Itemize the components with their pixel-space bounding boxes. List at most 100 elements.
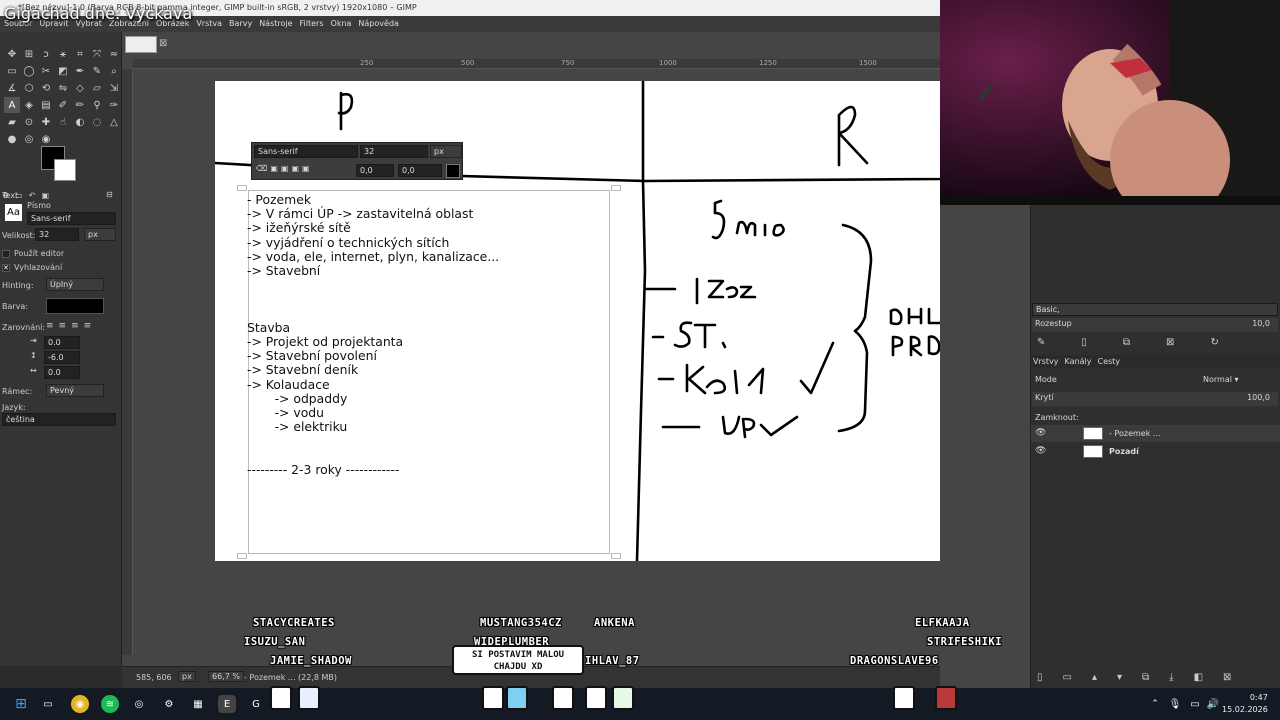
font-field[interactable]: Sans-serif	[27, 212, 116, 225]
measure-tool-icon[interactable]: ∡	[4, 80, 20, 96]
kerning-field[interactable]: 0,0	[398, 164, 442, 177]
use-editor-checkbox[interactable]	[2, 249, 10, 258]
handle-transform-icon[interactable]: ◉	[38, 131, 54, 147]
free-select-icon[interactable]: ↄ	[38, 46, 54, 62]
fuzzy-select-icon[interactable]: ⚹	[55, 46, 71, 62]
sharpen-icon[interactable]: △	[106, 114, 122, 130]
menu-help[interactable]: Nápověda	[358, 19, 399, 32]
edit-brush-icon[interactable]: ✎	[1037, 337, 1045, 348]
network-icon[interactable]: ▭	[1186, 695, 1204, 713]
text-box-handle-tl[interactable]	[237, 185, 247, 191]
delete-brush-icon[interactable]: ⊠	[1166, 337, 1174, 348]
bucket-fill-icon[interactable]: ◈	[21, 97, 37, 113]
heal-icon[interactable]: ✚	[38, 114, 54, 130]
raise-layer-icon[interactable]: ▴	[1092, 672, 1097, 683]
tab-paths[interactable]: Cesty	[1097, 357, 1120, 366]
airbrush-icon[interactable]: ⚲	[89, 97, 105, 113]
system-clock[interactable]: 0:47 15.02.2026	[1222, 692, 1268, 716]
cage-tool-icon[interactable]: ⬡	[21, 80, 37, 96]
duplicate-layer-icon[interactable]: ⧉	[1142, 672, 1149, 683]
justify-fill-icon[interactable]: ≡	[84, 321, 92, 331]
strikethrough-icon[interactable]: ▣	[302, 164, 310, 173]
mask-layer-icon[interactable]: ◧	[1194, 672, 1203, 683]
text-color-swatch[interactable]	[446, 164, 460, 178]
menu-tools[interactable]: Nástroje	[259, 19, 292, 32]
perspective-clone-icon[interactable]: ◎	[21, 131, 37, 147]
align-tool-icon[interactable]: ⊞	[21, 46, 37, 62]
delete-layer-icon[interactable]: ⊠	[1223, 672, 1231, 683]
horizontal-ruler[interactable]: 250 500 750 1000 1250 1500 1750	[133, 59, 977, 69]
zoom-tool-icon[interactable]: ⌕	[106, 63, 122, 79]
size-unit-select[interactable]: px	[84, 228, 116, 241]
duplicate-brush-icon[interactable]: ⧉	[1123, 337, 1130, 348]
spacing-row[interactable]: Rozestup 10,0	[1032, 318, 1278, 332]
justify-right-icon[interactable]: ≡	[59, 321, 67, 331]
text-layer-content[interactable]: - Pozemek -> V rámci ÚP -> zastavitelná …	[247, 192, 499, 477]
indent-field[interactable]: 0.0	[44, 336, 80, 349]
opacity-slider[interactable]: Krytí 100,0	[1032, 392, 1278, 406]
hinting-select[interactable]: Úplný	[46, 278, 104, 291]
epic-games-icon[interactable]: E	[218, 695, 236, 713]
line-spacing-field[interactable]: -6.0	[44, 351, 80, 364]
warp-tool-icon[interactable]: ≈	[106, 46, 122, 62]
steam-icon[interactable]: ⚙	[160, 695, 178, 713]
dodge-icon[interactable]: ◐	[72, 114, 88, 130]
mode-select[interactable]: Normal ▾	[1203, 375, 1239, 384]
move-tool-icon[interactable]: ✥	[4, 46, 20, 62]
obs-icon[interactable]: ◎	[130, 695, 148, 713]
paintbrush-icon[interactable]: ✐	[55, 97, 71, 113]
paths-tool-icon[interactable]: ✒	[72, 63, 88, 79]
visibility-eye-icon[interactable]: 👁	[1035, 428, 1046, 438]
background-color-swatch[interactable]	[54, 159, 76, 181]
scale-icon[interactable]: ⇲	[106, 80, 122, 96]
spotify-icon[interactable]: ≋	[101, 695, 119, 713]
box-select[interactable]: Pevný	[46, 384, 104, 397]
gradient-icon[interactable]: ▤	[38, 97, 54, 113]
rect-select-icon[interactable]: ▭	[4, 63, 20, 79]
new-group-icon[interactable]: ▭	[1063, 672, 1072, 683]
text-color-button[interactable]	[46, 298, 104, 314]
layer-row[interactable]: 👁 Pozadí	[1031, 443, 1280, 460]
app-icon[interactable]: ▦	[189, 695, 207, 713]
new-brush-icon[interactable]: ▯	[1081, 337, 1087, 348]
tray-chevron-icon[interactable]: ⌃	[1146, 695, 1164, 713]
unified-transform-icon[interactable]: ⤧	[89, 46, 105, 62]
font-size-entry[interactable]: 32	[360, 145, 428, 158]
menu-layer[interactable]: Vrstva	[196, 19, 222, 32]
flip-tool-icon[interactable]: ⇋	[55, 80, 71, 96]
baseline-field[interactable]: 0,0	[356, 164, 394, 177]
language-field[interactable]: čeština	[2, 413, 116, 426]
clear-style-icon[interactable]: ⌫	[256, 164, 267, 173]
scissors-icon[interactable]: ✂	[38, 63, 54, 79]
shear-icon[interactable]: ▱	[89, 80, 105, 96]
visibility-eye-icon[interactable]: 👁	[1035, 446, 1046, 456]
text-box-handle-bl[interactable]	[237, 553, 247, 559]
letter-spacing-field[interactable]: 0.0	[44, 366, 80, 379]
smudge-icon[interactable]: ☝	[55, 114, 71, 130]
menu-colors[interactable]: Barvy	[229, 19, 252, 32]
zoom-select[interactable]: 66,7 %	[208, 671, 244, 682]
lower-layer-icon[interactable]: ▾	[1117, 672, 1122, 683]
underline-icon[interactable]: ▣	[291, 164, 299, 173]
chrome-icon[interactable]: ◉	[71, 695, 89, 713]
tab-layers[interactable]: Vrstvy	[1033, 357, 1059, 366]
unit-select[interactable]: px	[178, 671, 196, 682]
refresh-brushes-icon[interactable]: ↻	[1210, 337, 1218, 348]
pencil-icon[interactable]: ✏	[72, 97, 88, 113]
clone-icon[interactable]: ⊙	[21, 114, 37, 130]
antialias-checkbox[interactable]: ✕	[2, 263, 10, 272]
foreground-select-icon[interactable]: ◩	[55, 63, 71, 79]
color-picker-icon[interactable]: ✎	[89, 63, 105, 79]
transform-tool-icon[interactable]: ⟲	[38, 80, 54, 96]
layer-name[interactable]: - Pozemek ...	[1109, 429, 1161, 438]
close-image-icon[interactable]: ⊠	[159, 38, 167, 49]
font-preview-icon[interactable]: Aa	[5, 204, 22, 221]
merge-layer-icon[interactable]: ⤓	[1169, 672, 1173, 683]
file-explorer-icon[interactable]: ▭	[39, 695, 57, 713]
text-box-handle-tr[interactable]	[611, 185, 621, 191]
blur-icon[interactable]: ◌	[89, 114, 105, 130]
windows-start-icon[interactable]: ⊞	[12, 695, 30, 713]
bold-icon[interactable]: ▣	[270, 164, 278, 173]
text-box-handle-br[interactable]	[611, 553, 621, 559]
italic-icon[interactable]: ▣	[281, 164, 289, 173]
